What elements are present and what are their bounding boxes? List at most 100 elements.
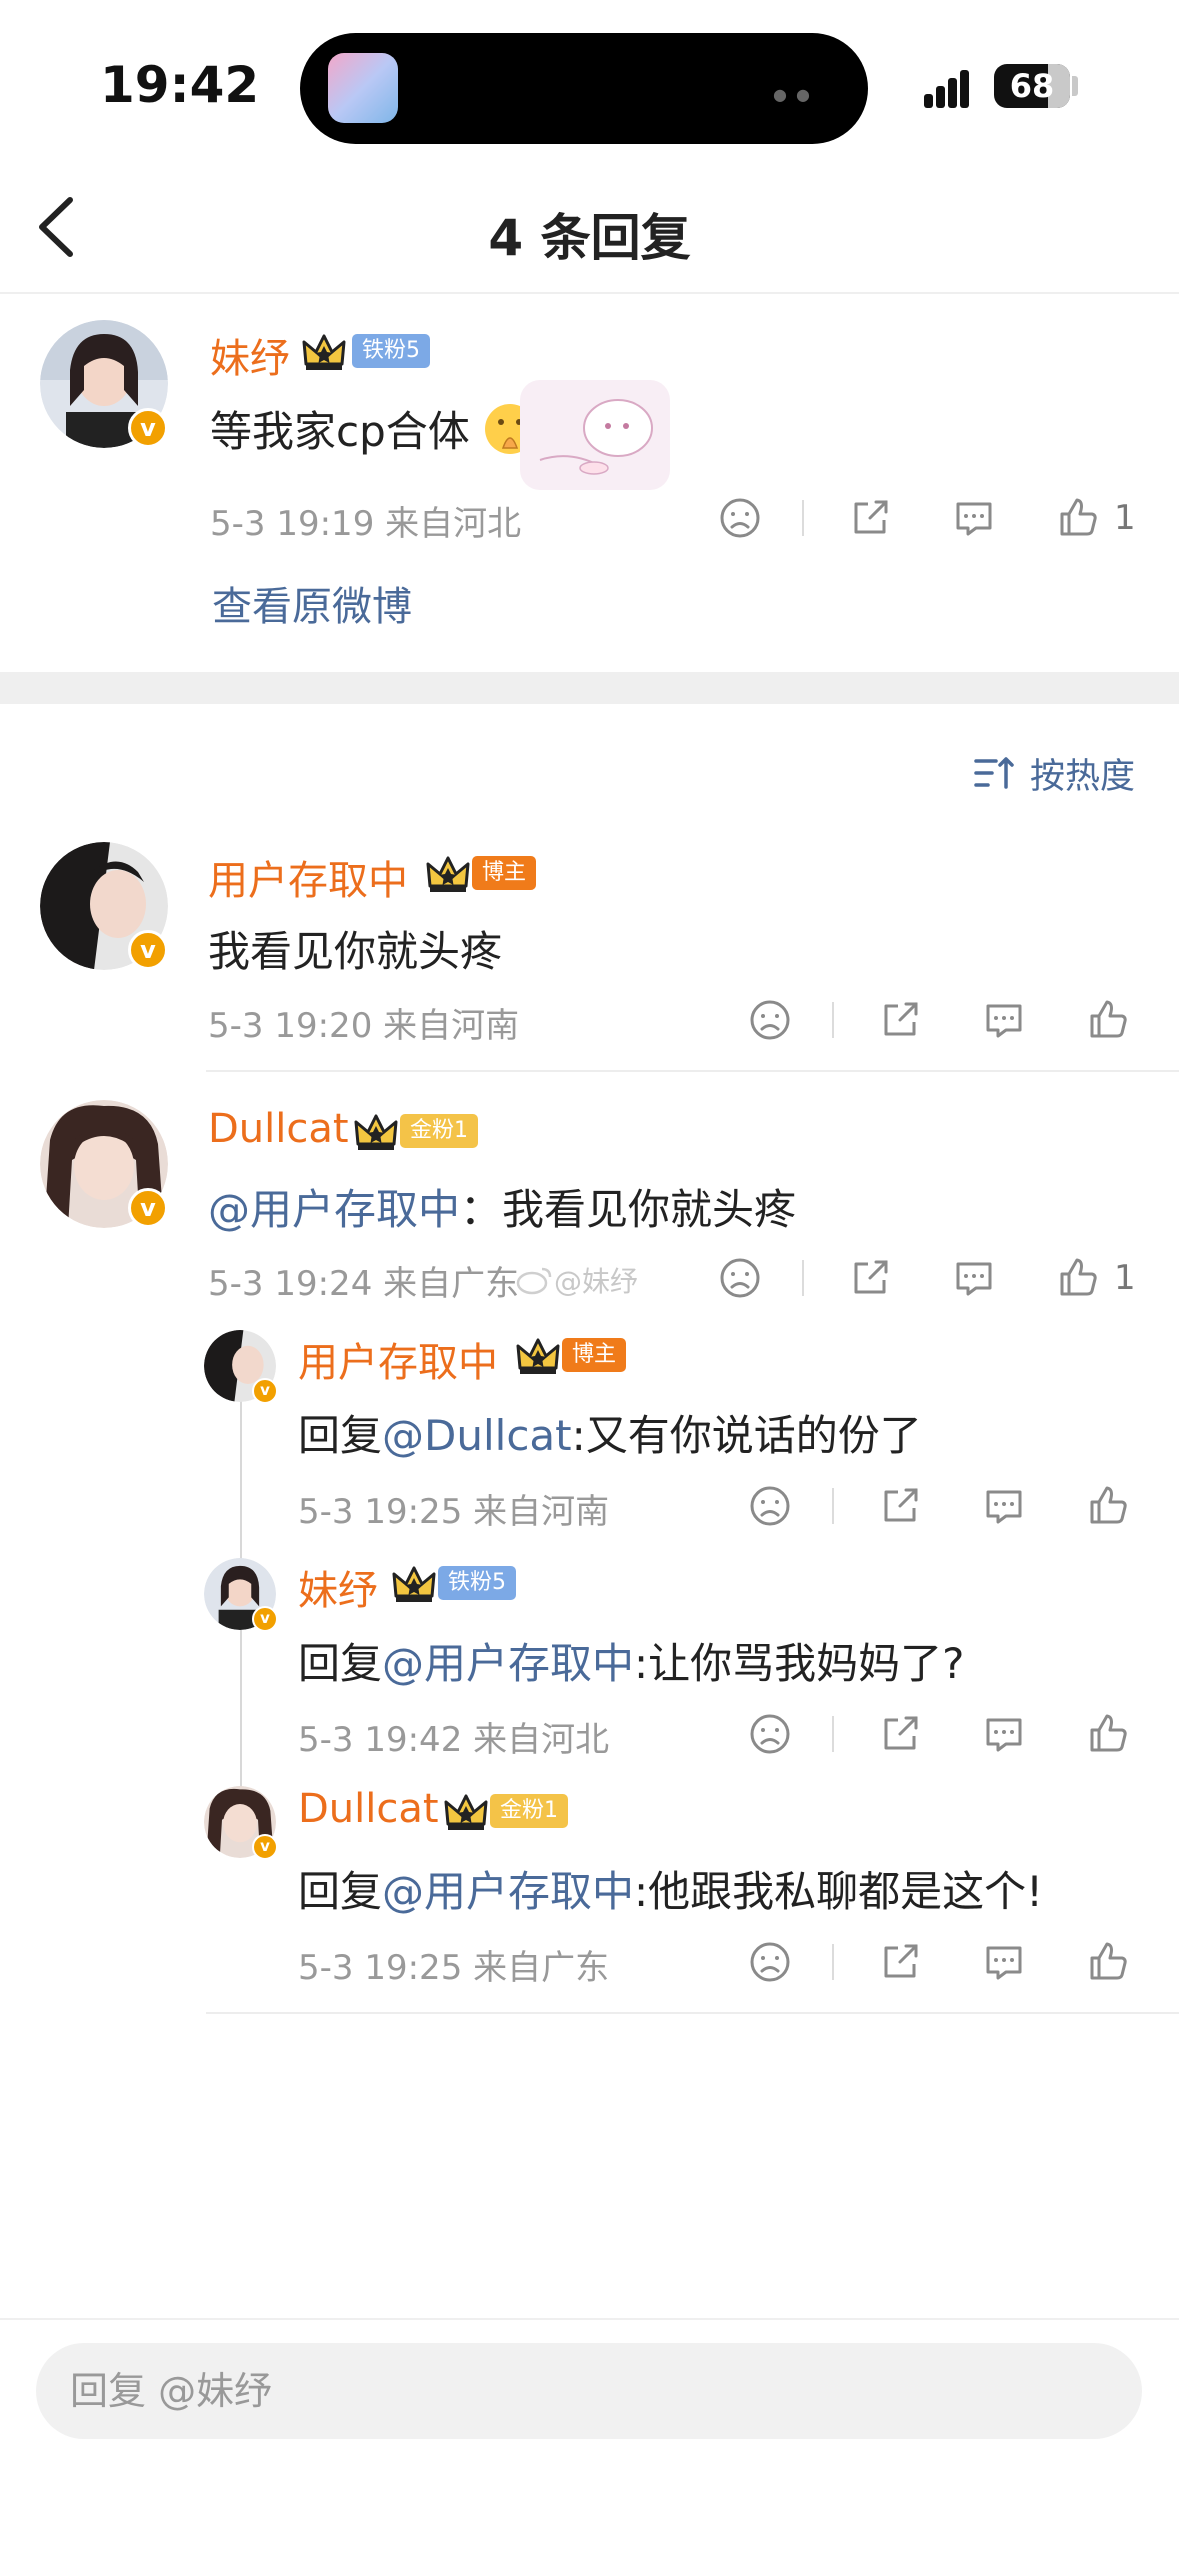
bottom-bar-border bbox=[0, 2318, 1179, 2320]
username[interactable]: 用户存取中 bbox=[298, 1330, 498, 1388]
comment-text-body: :让你骂我妈妈了? bbox=[634, 1639, 965, 1688]
comment-meta: 5-3 19:19 来自河北 bbox=[210, 504, 522, 544]
like-button[interactable] bbox=[1086, 1484, 1130, 1528]
divider bbox=[206, 1070, 1179, 1072]
reply-item: v 用户存取中 博主 我看见你就头疼 5-3 19:20 来自河南 bbox=[0, 842, 1179, 1062]
comment-button[interactable] bbox=[952, 1256, 996, 1300]
fan-badge[interactable]: 博主 bbox=[472, 856, 537, 890]
dislike-button[interactable] bbox=[748, 1712, 792, 1756]
dislike-button[interactable] bbox=[718, 1256, 762, 1300]
frown-icon bbox=[720, 498, 760, 538]
comment-meta: 5-3 19:25 来自河南 bbox=[298, 1492, 610, 1532]
comment-button[interactable] bbox=[982, 1940, 1026, 1984]
verified-icon: v bbox=[252, 1834, 278, 1860]
share-icon bbox=[884, 1488, 918, 1522]
avatar[interactable]: v bbox=[40, 320, 168, 448]
dislike-button[interactable] bbox=[718, 496, 762, 540]
reply-prefix: 回复 bbox=[298, 1639, 383, 1688]
comment-text-body: 等我家cp合体 bbox=[210, 407, 470, 456]
watermark: @妹纾 bbox=[516, 1260, 638, 1300]
share-button[interactable] bbox=[848, 496, 892, 540]
username[interactable]: 用户存取中 bbox=[208, 848, 408, 906]
comment-button[interactable] bbox=[952, 496, 996, 540]
avatar[interactable]: v bbox=[204, 1786, 278, 1860]
mention-link[interactable]: @Dullcat bbox=[382, 1411, 572, 1460]
comment-icon bbox=[986, 1946, 1022, 1980]
reply-input[interactable] bbox=[36, 2343, 1142, 2439]
dislike-button[interactable] bbox=[748, 998, 792, 1042]
dislike-button[interactable] bbox=[748, 1484, 792, 1528]
battery-level: 68 bbox=[1009, 67, 1055, 105]
crown-icon bbox=[516, 1338, 560, 1374]
comment-text-body: :又有你说话的份了 bbox=[571, 1411, 922, 1460]
verified-icon: v bbox=[128, 1188, 168, 1228]
username[interactable]: Dullcat bbox=[298, 1786, 439, 1832]
mention-link[interactable]: @用户存取中 bbox=[208, 1185, 460, 1234]
comment-text: 回复@用户存取中:让你骂我妈妈了? bbox=[298, 1630, 964, 1691]
like-button[interactable] bbox=[1086, 998, 1130, 1042]
thumbs-up-icon bbox=[1090, 1000, 1127, 1038]
page-title: 4 条回复 bbox=[488, 209, 691, 267]
fan-badge[interactable]: 金粉1 bbox=[400, 1114, 478, 1148]
verified-icon: v bbox=[128, 408, 168, 448]
comment-text: 回复@Dullcat:又有你说话的份了 bbox=[298, 1402, 922, 1463]
fan-badge[interactable]: 金粉1 bbox=[490, 1794, 568, 1828]
sort-button[interactable]: 按热度 bbox=[974, 748, 1135, 798]
avatar[interactable]: v bbox=[40, 1100, 168, 1228]
crown-icon bbox=[354, 1114, 398, 1150]
share-button[interactable] bbox=[848, 1256, 892, 1300]
action-separator bbox=[832, 1716, 834, 1752]
like-button[interactable] bbox=[1086, 1712, 1130, 1756]
comment-meta: 5-3 19:25 来自广东 bbox=[298, 1948, 610, 1988]
like-button[interactable] bbox=[1056, 496, 1100, 540]
view-original-link[interactable]: 查看原微博 bbox=[212, 574, 412, 632]
status-time: 19:42 bbox=[100, 56, 260, 114]
comment-text-body: :他跟我私聊都是这个! bbox=[634, 1867, 1044, 1916]
thumbs-up-icon bbox=[1060, 1258, 1097, 1296]
fan-badge[interactable]: 铁粉5 bbox=[438, 1566, 516, 1600]
comment-text-body: ：我看见你就头疼 bbox=[460, 1185, 797, 1234]
mention-link[interactable]: @用户存取中 bbox=[382, 1867, 634, 1916]
nested-reply-item: v 妹纾 铁粉5 回复@用户存取中:让你骂我妈妈了? 5-3 19:42 来自河… bbox=[0, 1558, 1179, 1768]
like-button[interactable] bbox=[1086, 1940, 1130, 1984]
nested-reply-item: v Dullcat 金粉1 回复@用户存取中:他跟我私聊都是这个! 5-3 19… bbox=[0, 1786, 1179, 1996]
comment-button[interactable] bbox=[982, 1484, 1026, 1528]
share-button[interactable] bbox=[878, 1940, 922, 1984]
share-icon bbox=[884, 1944, 918, 1978]
crown-icon bbox=[426, 856, 470, 892]
share-icon bbox=[884, 1716, 918, 1750]
share-icon bbox=[854, 500, 888, 534]
username[interactable]: 妹纾 bbox=[298, 1558, 378, 1616]
avatar[interactable]: v bbox=[40, 842, 168, 970]
comment-meta: 5-3 19:42 来自河北 bbox=[298, 1720, 610, 1760]
fan-badge[interactable]: 博主 bbox=[562, 1338, 627, 1372]
reply-prefix: 回复 bbox=[298, 1411, 383, 1460]
like-button[interactable] bbox=[1056, 1256, 1100, 1300]
section-separator bbox=[0, 672, 1179, 704]
action-separator bbox=[802, 500, 804, 536]
share-icon bbox=[884, 1002, 918, 1036]
app-icon bbox=[328, 53, 398, 123]
crown-icon bbox=[392, 1566, 436, 1602]
username[interactable]: 妹纾 bbox=[210, 326, 290, 384]
dislike-button[interactable] bbox=[748, 1940, 792, 1984]
share-button[interactable] bbox=[878, 1484, 922, 1528]
username[interactable]: Dullcat bbox=[208, 1106, 349, 1152]
share-button[interactable] bbox=[878, 1712, 922, 1756]
status-bar: 19:42 ● ● 68 bbox=[0, 0, 1179, 160]
mention-link[interactable]: @用户存取中 bbox=[382, 1639, 634, 1688]
comment-button[interactable] bbox=[982, 1712, 1026, 1756]
fan-badge[interactable]: 铁粉5 bbox=[352, 334, 430, 368]
cellular-signal-icon bbox=[924, 68, 980, 108]
comment-text: 等我家cp合体 bbox=[210, 398, 537, 459]
comment-icon bbox=[986, 1718, 1022, 1752]
thumbs-up-icon bbox=[1090, 1942, 1127, 1980]
comment-icon bbox=[986, 1004, 1022, 1038]
comment-button[interactable] bbox=[982, 998, 1026, 1042]
avatar[interactable]: v bbox=[204, 1330, 278, 1404]
share-button[interactable] bbox=[878, 998, 922, 1042]
original-comment: v 妹纾 铁粉5 等我家cp合体 5-3 19:19 来自河北 1 查看原微博 bbox=[0, 320, 1179, 660]
avatar[interactable]: v bbox=[204, 1558, 278, 1632]
dynamic-island[interactable]: ● ● bbox=[300, 33, 868, 144]
comment-text: 回复@用户存取中:他跟我私聊都是这个! bbox=[298, 1858, 1043, 1919]
